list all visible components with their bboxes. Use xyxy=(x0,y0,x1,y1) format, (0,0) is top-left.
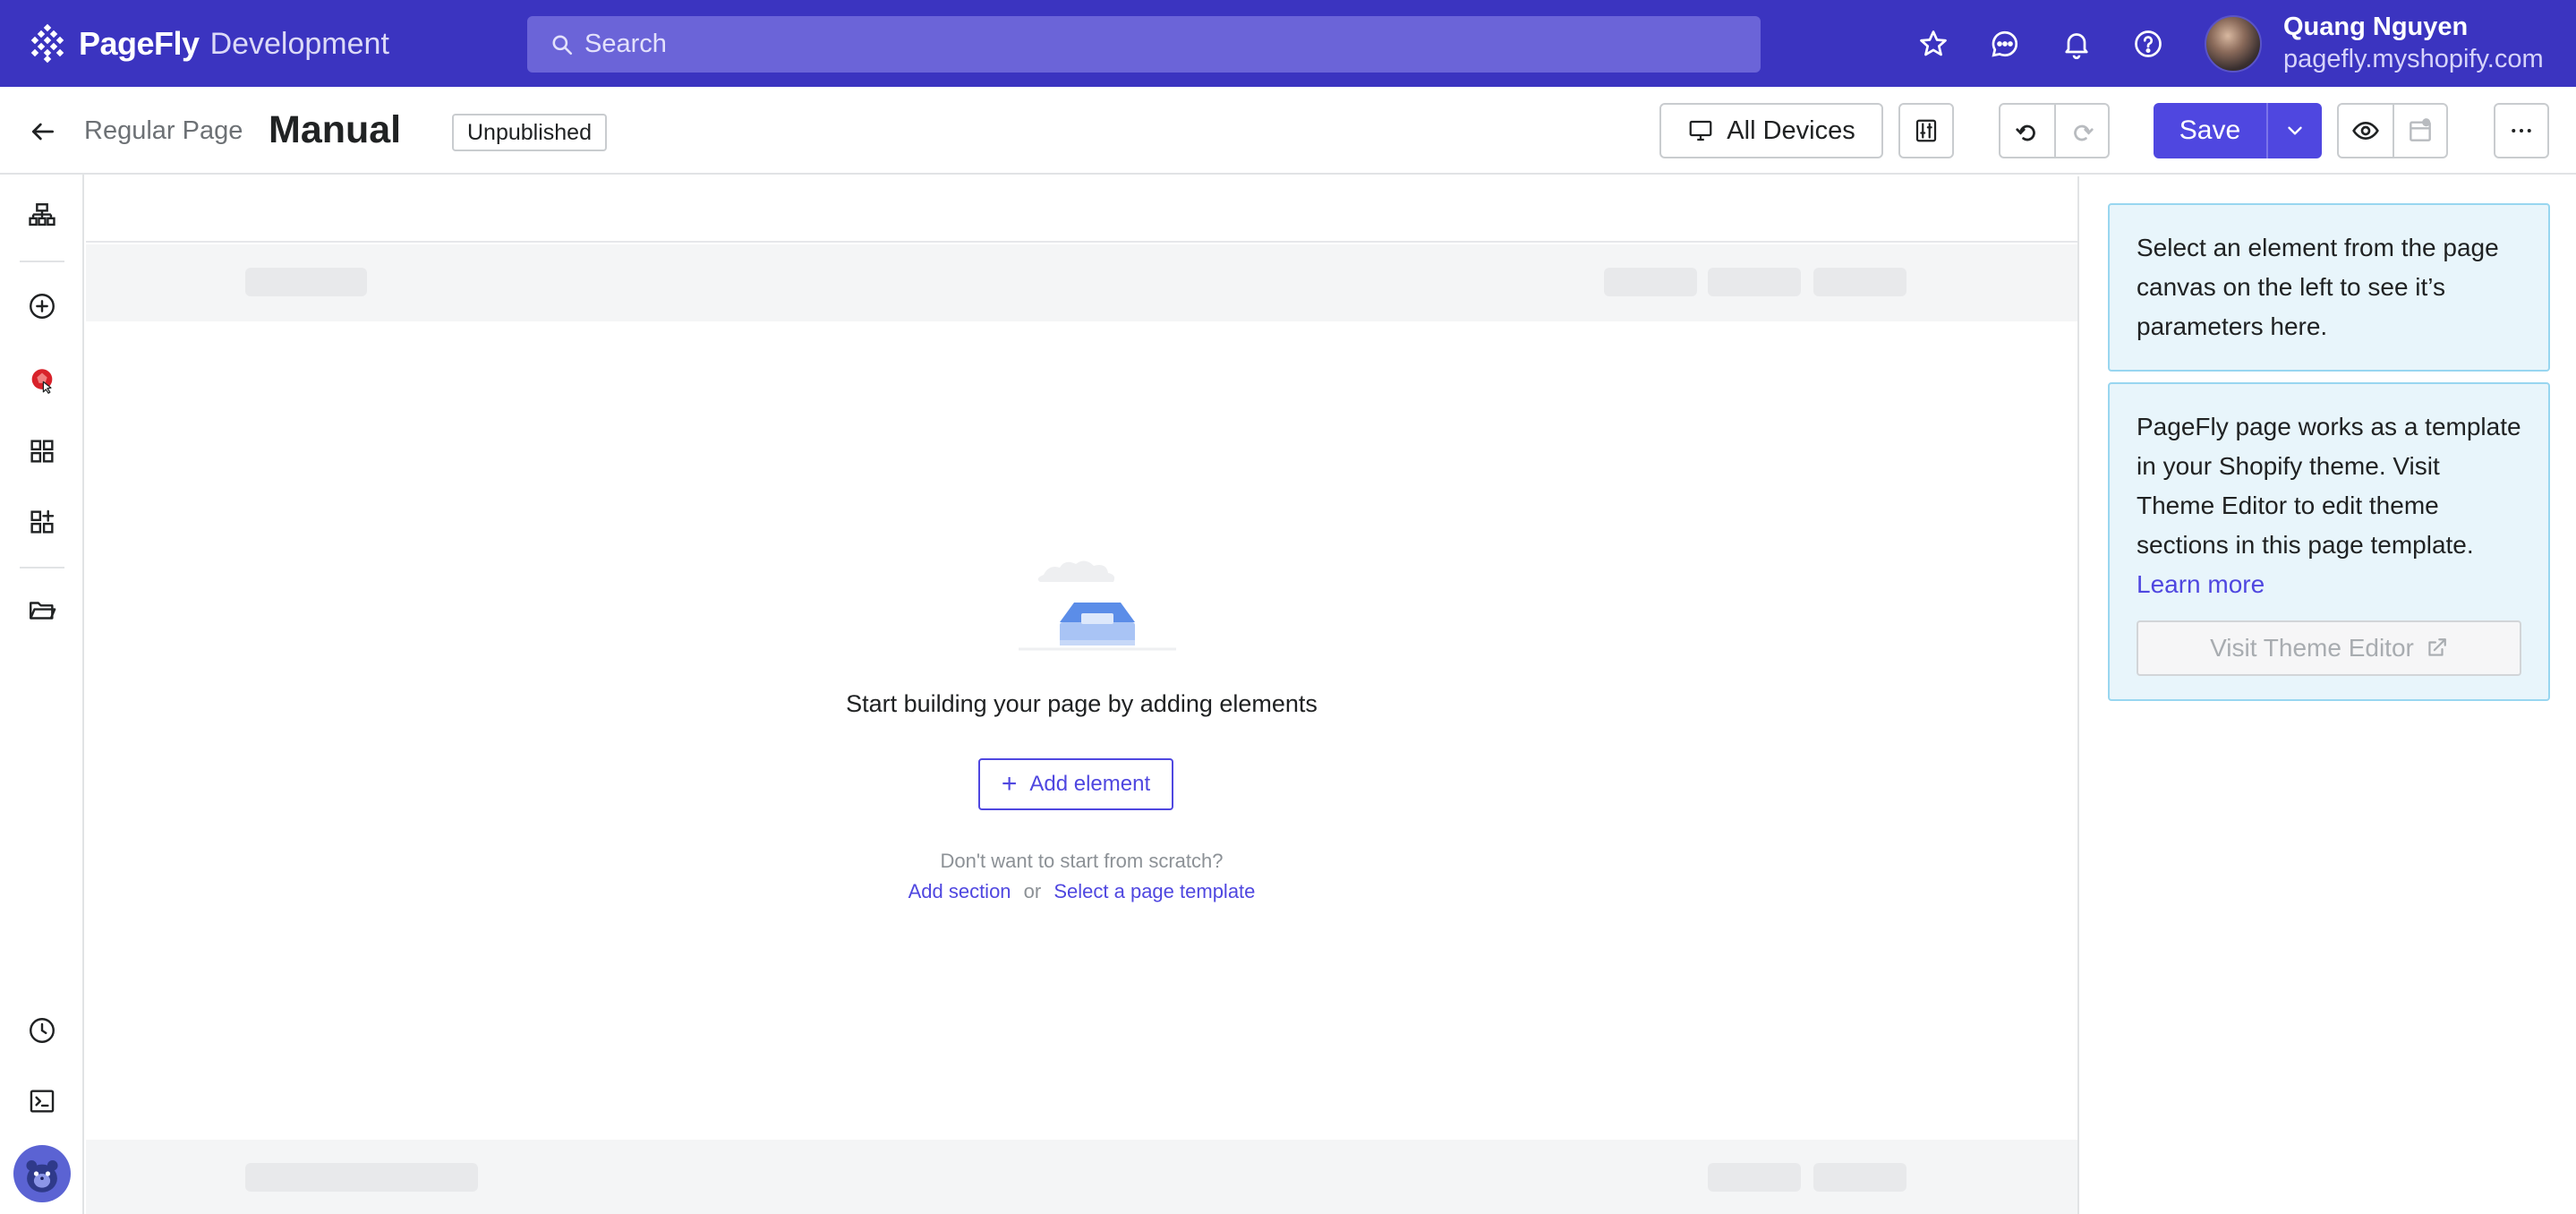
top-navbar: PageFly Development Quang Nguyen pagefly… xyxy=(0,0,2576,87)
save-options-button[interactable] xyxy=(2266,103,2322,158)
redo-icon xyxy=(2074,124,2094,141)
sidebar-item-code[interactable] xyxy=(22,1081,62,1121)
user-store[interactable]: pagefly.myshopify.com xyxy=(2283,45,2544,74)
bell-icon xyxy=(2065,33,2088,60)
scratch-prompt: Don't want to start from scratch? xyxy=(940,850,1224,872)
select-hint-text: Select an element from the page canvas o… xyxy=(2137,234,2499,340)
add-apps-icon xyxy=(30,509,55,534)
star-icon xyxy=(1920,30,1947,56)
search-bar[interactable] xyxy=(527,16,1761,73)
select-element-hint: Select an element from the page canvas o… xyxy=(2108,203,2550,372)
status-badge: Unpublished xyxy=(452,114,607,151)
learn-more-link[interactable]: Learn more xyxy=(2137,570,2265,598)
terminal-icon xyxy=(30,1090,55,1113)
select-template-link[interactable]: Select a page template xyxy=(1053,880,1255,902)
folder-icon xyxy=(30,602,56,620)
skeleton-footer-item xyxy=(1708,1163,1801,1192)
scratch-links: Add section or Select a page template xyxy=(86,880,2077,903)
header-placeholder xyxy=(86,244,2077,321)
skeleton-footer-item xyxy=(1813,1163,1906,1192)
more-actions-button[interactable] xyxy=(2494,103,2549,158)
badge-icon xyxy=(31,369,53,394)
sidebar-item-pages[interactable] xyxy=(22,591,62,630)
chat-button[interactable] xyxy=(1987,26,2023,62)
undo-button[interactable] xyxy=(2000,105,2054,157)
page-canvas[interactable]: Start building your page by adding eleme… xyxy=(86,176,2077,1214)
sidebar-item-add-element[interactable] xyxy=(22,286,62,326)
undo-icon xyxy=(2016,124,2035,141)
skeleton-nav-item xyxy=(1708,268,1801,296)
theme-info-text: PageFly page works as a template in your… xyxy=(2137,413,2521,559)
help-icon xyxy=(2135,30,2162,57)
desktop-icon xyxy=(1689,120,1712,141)
theme-info-box: PageFly page works as a template in your… xyxy=(2108,382,2550,701)
page-settings-button[interactable] xyxy=(1898,103,1954,158)
add-element-label: Add element xyxy=(1029,772,1151,796)
visit-theme-editor-button[interactable]: Visit Theme Editor xyxy=(2137,620,2521,676)
page-title[interactable]: Manual xyxy=(269,108,401,152)
skeleton-logo xyxy=(245,268,367,296)
layers-icon xyxy=(29,203,55,227)
devices-button[interactable]: All Devices xyxy=(1659,103,1883,158)
brand[interactable]: PageFly Development xyxy=(27,23,389,64)
back-button[interactable] xyxy=(25,114,61,150)
left-sidebar xyxy=(0,175,84,1214)
history-controls xyxy=(1999,103,2110,158)
sidebar-item-sections[interactable] xyxy=(22,432,62,471)
publish-button[interactable] xyxy=(2392,105,2446,157)
support-avatar[interactable] xyxy=(13,1145,71,1202)
favorites-button[interactable] xyxy=(1915,26,1951,62)
sidebar-divider xyxy=(20,567,64,569)
search-icon xyxy=(552,34,573,55)
skeleton-nav-item xyxy=(1604,268,1697,296)
skeleton-nav-item xyxy=(1813,268,1906,296)
sidebar-item-apps[interactable] xyxy=(22,502,62,542)
devices-label: All Devices xyxy=(1727,115,1855,145)
empty-state-title: Start building your page by adding eleme… xyxy=(846,690,1318,717)
canvas-top-strip xyxy=(86,176,2077,243)
mascot-icon xyxy=(26,1160,58,1193)
user-name[interactable]: Quang Nguyen xyxy=(2283,13,2468,42)
eye-icon xyxy=(2352,121,2379,141)
sidebar-item-integrations[interactable] xyxy=(22,361,62,400)
preview-button[interactable] xyxy=(2339,105,2393,157)
pagefly-logo-icon xyxy=(30,23,64,64)
brand-subtitle: Development xyxy=(209,26,389,61)
chevron-down-icon xyxy=(2288,126,2302,135)
skeleton-footer-text xyxy=(245,1163,478,1192)
publish-icon xyxy=(2410,118,2431,141)
help-button[interactable] xyxy=(2130,26,2166,62)
chat-icon xyxy=(1992,30,2018,57)
editor-toolbar: Regular Page Manual Unpublished All Devi… xyxy=(0,87,2576,175)
notifications-button[interactable] xyxy=(2059,26,2094,62)
preview-controls xyxy=(2337,103,2448,158)
add-element-button[interactable]: + Add element xyxy=(978,758,1173,810)
save-button[interactable]: Save xyxy=(2154,103,2266,158)
inspector-panel: Select an element from the page canvas o… xyxy=(2077,176,2576,1214)
save-controls: Save xyxy=(2154,103,2322,158)
search-input[interactable] xyxy=(584,30,1659,59)
user-avatar[interactable] xyxy=(2205,15,2262,73)
redo-button[interactable] xyxy=(2053,105,2108,157)
arrow-left-icon xyxy=(32,123,54,141)
sidebar-item-layers[interactable] xyxy=(22,196,62,235)
add-section-link[interactable]: Add section xyxy=(908,880,1011,902)
plus-icon: + xyxy=(1001,769,1018,799)
sidebar-divider xyxy=(20,261,64,262)
footer-placeholder xyxy=(86,1140,2077,1214)
empty-tray-illustration xyxy=(1019,560,1176,651)
external-link-icon xyxy=(2428,638,2446,656)
clock-icon xyxy=(30,1018,55,1043)
theme-editor-label: Visit Theme Editor xyxy=(2210,634,2414,662)
sliders-icon xyxy=(1915,119,1937,142)
grid-icon xyxy=(30,440,54,463)
add-circle-icon xyxy=(30,294,55,319)
brand-name: PageFly xyxy=(79,25,200,62)
page-type-label: Regular Page xyxy=(84,116,243,145)
or-text: or xyxy=(1023,880,1042,902)
sidebar-item-history[interactable] xyxy=(22,1011,62,1050)
more-horizontal-icon xyxy=(2512,129,2531,133)
